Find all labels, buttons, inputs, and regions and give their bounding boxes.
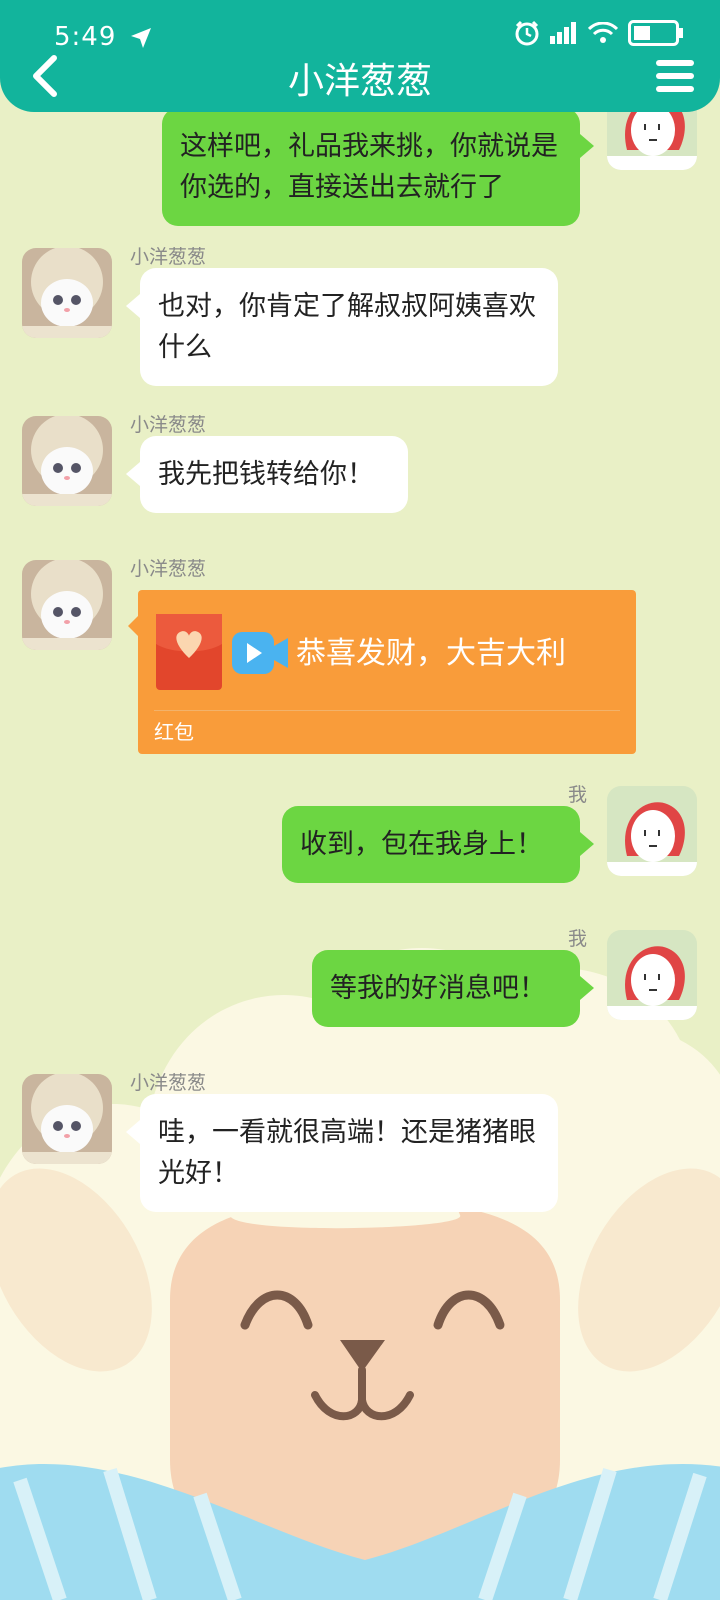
contact-avatar[interactable] (22, 560, 112, 650)
sender-name: 小洋葱葱 (130, 558, 207, 580)
divider (154, 710, 620, 711)
my-avatar[interactable] (607, 930, 697, 1020)
contact-avatar[interactable] (22, 416, 112, 506)
heart-envelope-icon (156, 614, 222, 690)
alarm-icon (515, 20, 539, 46)
my-avatar[interactable] (607, 786, 697, 876)
sender-name: 我 (568, 928, 588, 950)
sender-name: 小洋葱葱 (130, 414, 207, 436)
status-time: 5:49 (54, 22, 152, 52)
sender-name: 我 (568, 784, 588, 806)
signal-icon (550, 22, 576, 44)
message-bubble-contact[interactable]: 也对，你肯定了解叔叔阿姨喜欢什么 (126, 268, 558, 386)
contact-avatar[interactable] (22, 248, 112, 338)
video-icon (232, 632, 288, 674)
chat-title: 小洋葱葱 (287, 61, 432, 102)
message-bubble-contact[interactable]: 哇，一看就很高端！还是猪猪眼光好！ (126, 1094, 558, 1212)
location-arrow-icon (130, 27, 151, 48)
sender-name: 小洋葱葱 (130, 1072, 207, 1094)
sender-name: 小洋葱葱 (130, 246, 207, 268)
red-packet-title: 恭喜发财，大吉大利 (296, 636, 566, 671)
message-bubble-self[interactable]: 等我的好消息吧！ (312, 950, 594, 1027)
red-packet-label: 红包 (154, 720, 194, 744)
message-bubble-contact[interactable]: 我先把钱转给你！ (126, 436, 408, 513)
menu-icon[interactable] (656, 60, 694, 94)
clock-text: 5:49 (54, 22, 117, 52)
contact-avatar[interactable] (22, 1074, 112, 1164)
wifi-icon (588, 22, 618, 43)
battery-icon (628, 20, 683, 46)
status-icons (514, 20, 684, 46)
message-bubble-self[interactable]: 收到，包在我身上！ (282, 806, 594, 883)
message-bubble-self[interactable]: 这样吧，礼品我来挑，你就说是你选的，直接送出去就行了 (162, 108, 594, 226)
app-header: 5:49 小洋葱葱 (0, 0, 720, 112)
red-packet-card[interactable]: 恭喜发财，大吉大利 红包 (128, 590, 636, 754)
